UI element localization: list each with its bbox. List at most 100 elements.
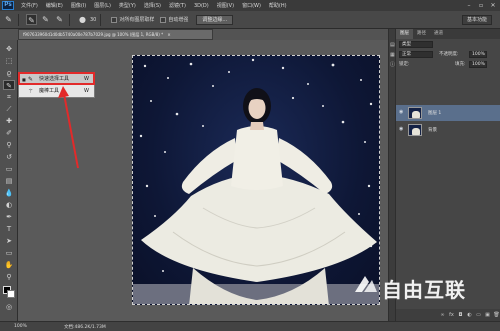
menu-type[interactable]: 类型(Y) (115, 2, 140, 9)
info-panel-icon[interactable]: ⓘ (390, 63, 395, 68)
layer-mask-icon[interactable]: ◘ (456, 311, 465, 319)
menu-select[interactable]: 选择(S) (140, 2, 165, 9)
marquee-tool-icon[interactable]: ⬚ (3, 56, 15, 66)
tab-layers[interactable]: 图层 (396, 29, 413, 39)
highlight-box (18, 72, 95, 85)
close-icon[interactable]: ✕ (488, 2, 498, 10)
gradient-tool-icon[interactable]: ▤ (3, 176, 15, 186)
close-icon[interactable]: × (167, 32, 170, 37)
eyedropper-tool-icon[interactable]: ⟋ (3, 104, 15, 114)
eraser-tool-icon[interactable]: ▭ (3, 164, 15, 174)
tab-channels[interactable]: 通道 (430, 29, 447, 39)
delete-layer-icon[interactable]: 🗑 (492, 311, 500, 319)
watermark: 自由互联 (352, 272, 492, 302)
status-bar: 100% 文档:486.2K/1.73M (0, 321, 500, 331)
face (248, 97, 266, 119)
refine-edge-button[interactable]: 调整边缘... (196, 14, 234, 25)
document-tab[interactable]: f907633960d1d0db5740a00e787b7029.jpg @ 1… (18, 29, 213, 40)
flyout-item-magic-wand[interactable]: ⚚ 魔棒工具 W (20, 86, 94, 97)
zoom-tool-icon[interactable]: ⚲ (3, 272, 15, 282)
fill-label: 填充: (455, 62, 466, 67)
type-tool-icon[interactable]: T (3, 224, 15, 234)
brush-size[interactable]: 30 (90, 17, 96, 23)
crop-tool-icon[interactable]: ⌗ (3, 92, 15, 102)
auto-enhance-label: 自动增强 (168, 17, 189, 23)
layer-thumbnail (408, 107, 422, 119)
healing-brush-tool-icon[interactable]: ✚ (3, 116, 15, 126)
new-selection-icon[interactable]: ✎ (26, 14, 37, 25)
zoom-level[interactable]: 100% (0, 324, 27, 329)
visibility-eye-icon[interactable]: ◉ (399, 110, 404, 115)
opacity-value: 100% (472, 52, 485, 57)
menu-layer[interactable]: 图层(L) (90, 2, 115, 9)
menu-filter[interactable]: 滤镜(T) (165, 2, 190, 9)
magic-wand-icon: ⚚ (28, 88, 34, 95)
document-tab-title: f907633960d1d0db5740a00e787b7029.jpg @ 1… (23, 32, 164, 37)
maximize-icon[interactable]: ▫ (476, 2, 486, 10)
lasso-tool-icon[interactable]: ϱ (3, 68, 15, 78)
layer-thumbnail (408, 124, 422, 136)
visibility-eye-icon[interactable]: ◉ (399, 127, 404, 132)
menu-window[interactable]: 窗口(W) (238, 2, 265, 9)
properties-panel-icon[interactable]: ▦ (390, 53, 395, 58)
auto-enhance-checkbox[interactable] (160, 16, 167, 23)
layer-style-icon[interactable]: fx (447, 311, 456, 319)
fill-input[interactable]: 100% (469, 61, 487, 68)
menu-image[interactable]: 图像(I) (67, 2, 90, 9)
menu-help[interactable]: 帮助(H) (265, 2, 291, 9)
menu-3d[interactable]: 3D(D) (190, 3, 213, 9)
adjustment-layer-icon[interactable]: ◐ (465, 311, 474, 319)
neck (250, 122, 264, 130)
link-layers-icon[interactable]: ∞ (438, 311, 447, 319)
history-panel-icon[interactable]: ▤ (390, 43, 395, 48)
pen-tool-icon[interactable]: ✒ (3, 212, 15, 222)
layer-name: 图层 1 (428, 111, 442, 116)
dodge-tool-icon[interactable]: ◐ (3, 200, 15, 210)
flyout-item-label: 魔棒工具 (39, 88, 60, 94)
sample-all-layers-checkbox[interactable] (111, 16, 118, 23)
workspace-select[interactable]: 基本功能 (461, 14, 492, 25)
menu-edit[interactable]: 编辑(E) (42, 2, 67, 9)
canvas-image[interactable] (132, 55, 380, 305)
menu-view[interactable]: 视图(V) (213, 2, 238, 9)
brush-tool-icon[interactable]: ✐ (3, 128, 15, 138)
blend-mode-value: 正常 (402, 52, 411, 57)
layer-name: 背景 (428, 128, 437, 133)
add-to-selection-icon[interactable]: ✎ (40, 14, 51, 25)
menu-bar: Ps 文件(F) 编辑(E) 图像(I) 图层(L) 类型(Y) 选择(S) 滤… (0, 0, 500, 11)
tab-paths[interactable]: 路径 (413, 29, 430, 39)
quick-selection-tool-icon[interactable]: ✎ (3, 80, 15, 90)
hand-tool-icon[interactable]: ✋ (3, 260, 15, 270)
tools-panel: ✥ ⬚ ϱ ✎ ⌗ ⟋ ✚ ✐ ⚲ ↺ ▭ ▤ 💧 ◐ ✒ T ➤ ▭ ✋ ⚲ … (0, 40, 18, 321)
new-layer-icon[interactable]: ▣ (483, 311, 492, 319)
tool-preset-icon[interactable]: ✎ (3, 14, 14, 25)
layer-row[interactable]: ◉ 背景 (396, 122, 500, 138)
layer-row[interactable]: ◉ 图层 1 (396, 105, 500, 121)
move-tool-icon[interactable]: ✥ (3, 44, 15, 54)
photo-illustration (133, 58, 379, 304)
opacity-input[interactable]: 100% (469, 51, 487, 58)
blend-mode-select[interactable]: 正常 (399, 51, 433, 58)
clone-stamp-tool-icon[interactable]: ⚲ (3, 140, 15, 150)
path-selection-tool-icon[interactable]: ➤ (3, 236, 15, 246)
background-color-swatch[interactable] (7, 290, 15, 298)
flyout-item-shortcut: W (84, 88, 89, 94)
fill-value: 100% (472, 62, 485, 67)
layer-kind-filter[interactable]: 类型 (399, 41, 433, 48)
window-controls: – ▫ ✕ (464, 2, 500, 10)
minimize-icon[interactable]: – (464, 2, 474, 10)
quick-mask-icon[interactable]: ◎ (3, 302, 15, 312)
history-brush-tool-icon[interactable]: ↺ (3, 152, 15, 162)
divider (69, 13, 70, 26)
sample-all-layers-label: 对所有图层取样 (119, 17, 155, 23)
menu-file[interactable]: 文件(F) (17, 2, 42, 9)
new-group-icon[interactable]: ▭ (474, 311, 483, 319)
subtract-from-selection-icon[interactable]: ✎ (54, 14, 65, 25)
shape-tool-icon[interactable]: ▭ (3, 248, 15, 258)
blur-tool-icon[interactable]: 💧 (3, 188, 15, 198)
layers-panel-footer: ∞ fx ◘ ◐ ▭ ▣ 🗑 (396, 309, 500, 321)
panel-tabs: 图层 路径 通道 (396, 29, 500, 39)
kind-filter-label: 类型 (402, 42, 411, 47)
brush-picker-icon[interactable]: ● (77, 14, 88, 25)
lock-label: 锁定: (399, 62, 410, 67)
